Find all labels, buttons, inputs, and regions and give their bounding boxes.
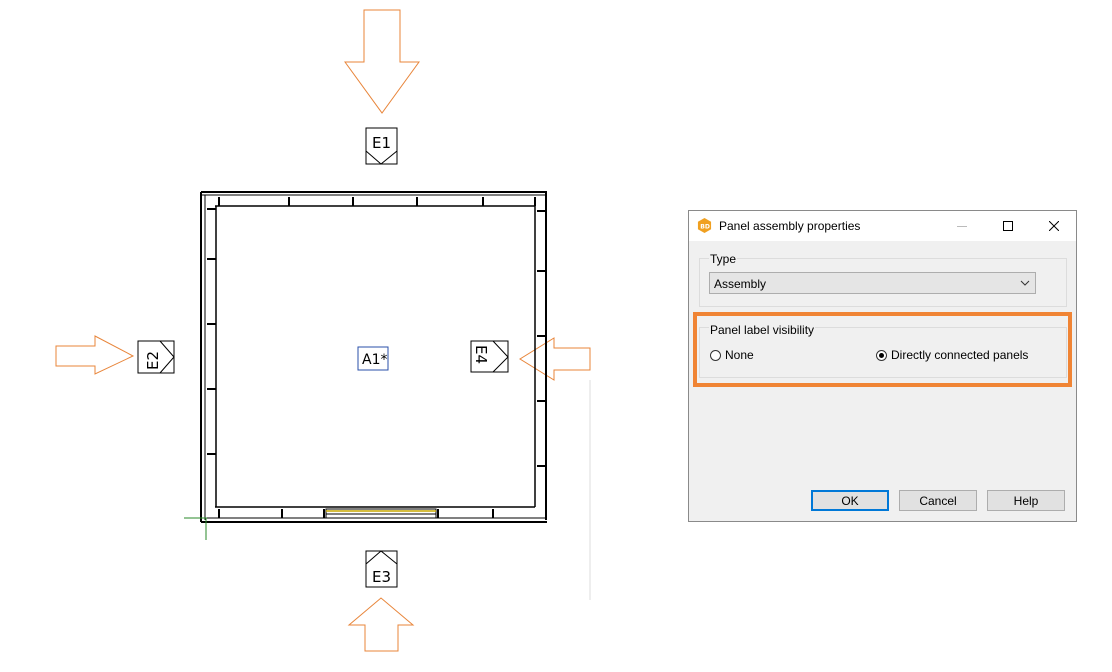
close-icon — [1049, 221, 1059, 231]
chevron-down-icon — [1020, 280, 1030, 286]
title-bar[interactable]: BD Panel assembly properties — [689, 211, 1076, 241]
arrow-left-right — [519, 337, 591, 381]
maximize-button[interactable] — [985, 211, 1031, 241]
cancel-button[interactable]: Cancel — [899, 490, 977, 511]
minimize-button[interactable] — [939, 211, 985, 241]
svg-text:BD: BD — [700, 223, 710, 230]
type-dropdown[interactable]: Assembly — [709, 272, 1036, 294]
elevation-marker-e3[interactable]: E3 — [365, 550, 398, 588]
visibility-group-label: Panel label visibility — [709, 323, 816, 337]
arrow-right-left — [55, 335, 135, 375]
maximize-icon — [1003, 221, 1013, 231]
elevation-label-e1: E1 — [372, 134, 391, 152]
radio-none-circle[interactable] — [710, 349, 721, 361]
close-button[interactable] — [1031, 211, 1077, 241]
svg-text:A1*: A1* — [362, 352, 387, 368]
elevation-marker-e1[interactable]: E1 — [365, 127, 398, 165]
minimize-icon — [957, 226, 967, 227]
type-group-label: Type — [709, 252, 738, 266]
elevation-label-e4: E4 — [472, 345, 490, 364]
panel-assembly-properties-dialog: BD Panel assembly properties Type Assemb… — [688, 210, 1077, 522]
elevation-label-e2: E2 — [144, 351, 162, 370]
radio-none[interactable]: None — [710, 348, 754, 362]
type-dropdown-value: Assembly — [714, 277, 767, 291]
bd-app-icon: BD — [697, 218, 712, 233]
assembly-label[interactable]: A1* — [357, 346, 389, 371]
arrow-up-bottom — [347, 597, 415, 652]
elevation-marker-e4[interactable]: E4 — [470, 340, 509, 373]
elevation-marker-e2[interactable]: E2 — [137, 340, 175, 374]
radio-directly-connected-panels[interactable]: Directly connected panels — [876, 348, 1028, 362]
radio-selected-dot — [879, 352, 884, 358]
help-button[interactable]: Help — [987, 490, 1065, 511]
ok-button[interactable]: OK — [811, 490, 889, 511]
radio-directly-connected-circle[interactable] — [876, 349, 887, 361]
radio-none-label: None — [725, 348, 754, 362]
dialog-title: Panel assembly properties — [719, 219, 861, 233]
floor-plan-drawing[interactable]: E1 E2 E3 E4 A1* — [0, 0, 680, 672]
arrow-down-top — [344, 9, 420, 114]
elevation-label-e3: E3 — [372, 568, 391, 586]
door-opening[interactable] — [325, 508, 437, 519]
radio-directly-connected-label: Directly connected panels — [891, 348, 1029, 362]
